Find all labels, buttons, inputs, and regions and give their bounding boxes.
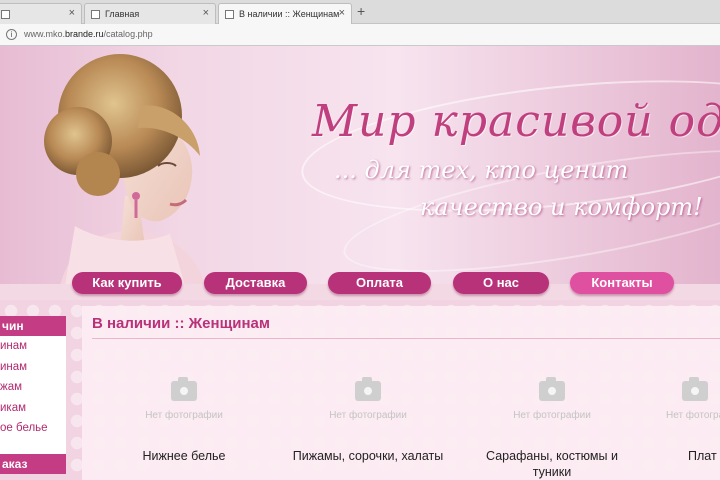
category-card[interactable]: Нет фотографии Сарафаны, костюмы и туник… <box>472 376 632 480</box>
camera-icon <box>355 377 381 401</box>
sidebar-item[interactable]: инам <box>0 357 66 378</box>
url-domain: brande.ru <box>65 29 104 39</box>
camera-icon <box>539 377 565 401</box>
no-photo-label: Нет фотографии <box>513 410 591 421</box>
url-prefix: www.mko. <box>24 29 66 39</box>
sidebar-item[interactable]: инам <box>0 336 66 357</box>
browser-tab-1[interactable]: × <box>0 3 82 24</box>
url-path: /catalog.php <box>103 29 153 39</box>
nav-payment[interactable]: Оплата <box>328 272 431 294</box>
category-card[interactable]: Нет фотографии Пижамы, сорочки, халаты <box>288 376 448 480</box>
close-icon[interactable]: × <box>203 7 209 19</box>
banner-subtitle-1: ... для тех, кто ценит <box>334 156 629 184</box>
nav-about[interactable]: О нас <box>453 272 549 294</box>
new-tab-button[interactable]: + <box>357 3 365 19</box>
page-icon <box>1 10 10 19</box>
browser-tab-2[interactable]: Главная × <box>84 3 216 24</box>
sidebar-heading: чин <box>0 316 66 336</box>
sidebar-heading-order: аказ <box>0 454 66 474</box>
no-photo-label: Нет фотографии <box>329 410 407 421</box>
nav-contacts[interactable]: Контакты <box>570 272 674 294</box>
tab-label: В наличии :: Женщинам <box>239 9 340 19</box>
main-navigation: Как купить Доставка Оплата О нас Контакт… <box>0 270 720 300</box>
no-photo-label: Нет фотографии <box>666 410 720 421</box>
nav-how-to-buy[interactable]: Как купить <box>72 272 182 294</box>
url-text[interactable]: www.mko.brande.ru/catalog.php <box>24 29 153 39</box>
title-divider <box>92 338 720 339</box>
browser-tab-3[interactable]: В наличии :: Женщинам × <box>218 3 352 25</box>
page-icon <box>91 10 100 19</box>
close-icon[interactable]: × <box>339 7 345 19</box>
category-card[interactable]: Нет фотографии Плат <box>650 376 720 480</box>
camera-icon <box>682 377 708 401</box>
category-title[interactable]: Нижнее белье <box>104 448 264 464</box>
category-title[interactable]: Пижамы, сорочки, халаты <box>288 448 448 464</box>
category-title[interactable]: Сарафаны, костюмы и туники <box>472 448 632 480</box>
address-bar[interactable]: i www.mko.brande.ru/catalog.php <box>0 24 720 46</box>
sidebar-item[interactable]: икам <box>0 398 66 419</box>
sidebar: чин инам инам жам икам ое белье аказ <box>0 316 66 480</box>
sidebar-menu: инам инам жам икам ое белье <box>0 336 66 456</box>
category-card[interactable]: Нет фотографии Нижнее белье <box>104 376 264 480</box>
sidebar-item[interactable]: ое белье <box>0 418 66 439</box>
sidebar-item[interactable]: жам <box>0 377 66 398</box>
banner-subtitle-2: качество и комфорт! <box>420 193 703 221</box>
category-title[interactable]: Плат <box>650 448 720 464</box>
browser-tab-bar: × Главная × В наличии :: Женщинам × + <box>0 0 720 25</box>
camera-icon <box>171 377 197 401</box>
close-icon[interactable]: × <box>69 7 75 19</box>
banner-title: Мир красивой одежды <box>312 96 720 147</box>
info-icon[interactable]: i <box>6 29 17 40</box>
nav-delivery[interactable]: Доставка <box>204 272 307 294</box>
page-icon <box>225 10 234 19</box>
catalog-panel: В наличии :: Женщинам Нет фотографии Ниж… <box>82 306 720 480</box>
model-portrait-image <box>44 54 205 284</box>
page-title: В наличии :: Женщинам <box>92 315 270 332</box>
tab-label: Главная <box>105 9 140 19</box>
no-photo-label: Нет фотографии <box>145 410 223 421</box>
site-banner: Мир красивой одежды ... для тех, кто цен… <box>0 46 720 284</box>
